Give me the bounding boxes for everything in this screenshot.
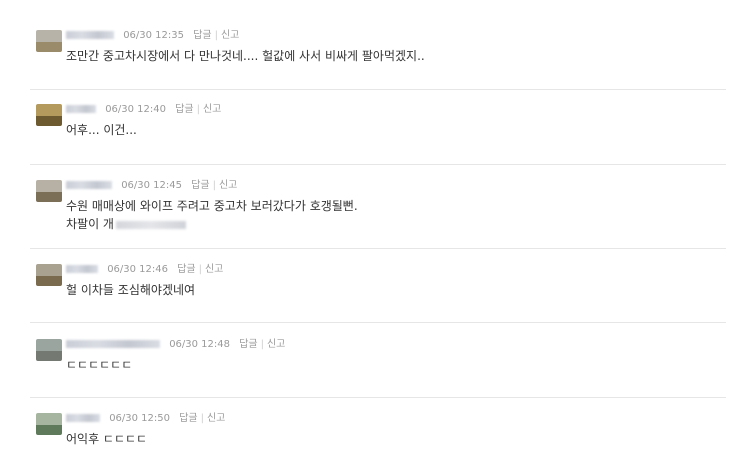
avatar[interactable] (36, 180, 62, 202)
comment-meta: 06/30 12:35 답글 | 신고 (66, 28, 239, 44)
divider-bar: | (214, 30, 218, 41)
comment-meta: 06/30 12:48 답글 | 신고 (66, 337, 285, 353)
comment-text-visible: 차팔이 개 (66, 217, 114, 231)
nickname-blurred[interactable] (66, 31, 114, 39)
divider (30, 397, 726, 398)
report-button[interactable]: 신고 (207, 413, 225, 424)
nickname-blurred[interactable] (66, 105, 96, 113)
comment-text: 조만간 중고차시장에서 다 만나것네.... 헐값에 사서 비싸게 팔아먹겠지.… (66, 49, 425, 63)
avatar[interactable] (36, 339, 62, 361)
avatar[interactable] (36, 413, 62, 435)
comment-timestamp: 06/30 12:35 (123, 30, 185, 41)
comment-timestamp: 06/30 12:48 (169, 339, 231, 350)
report-button[interactable]: 신고 (267, 339, 285, 350)
reply-button[interactable]: 답글 (179, 413, 197, 424)
comment-text: ㄷㄷㄷㄷㄷㄷ (66, 358, 133, 372)
comment-timestamp: 06/30 12:45 (121, 180, 183, 191)
nickname-blurred[interactable] (66, 414, 100, 422)
comment-text: 수원 매매상에 와이프 주려고 중고차 보러갔다가 호갱될뻔. (66, 199, 358, 213)
comment-meta: 06/30 12:46 답글 | 신고 (66, 262, 223, 278)
reply-button[interactable]: 답글 (191, 180, 209, 191)
report-button[interactable]: 신고 (219, 180, 237, 191)
divider (30, 164, 726, 165)
report-button[interactable]: 신고 (203, 104, 221, 115)
comment-timestamp: 06/30 12:40 (105, 104, 167, 115)
divider (30, 248, 726, 249)
blurred-text (115, 220, 186, 229)
avatar[interactable] (36, 30, 62, 52)
comment-meta: 06/30 12:45 답글 | 신고 (66, 178, 237, 194)
avatar[interactable] (36, 104, 62, 126)
reply-button[interactable]: 답글 (177, 264, 195, 275)
nickname-blurred[interactable] (66, 265, 98, 273)
divider-bar: | (196, 104, 200, 115)
divider (30, 89, 726, 90)
comment-meta: 06/30 12:40 답글 | 신고 (66, 102, 221, 118)
comment-text: 어후... 이건... (66, 123, 137, 137)
report-button[interactable]: 신고 (205, 264, 223, 275)
comment-text: 헐 이차들 조심해야겠네여 (66, 283, 196, 297)
divider-bar: | (198, 264, 202, 275)
comment-timestamp: 06/30 12:46 (107, 264, 169, 275)
reply-button[interactable]: 답글 (193, 30, 211, 41)
comment-meta: 06/30 12:50 답글 | 신고 (66, 411, 225, 427)
avatar[interactable] (36, 264, 62, 286)
reply-button[interactable]: 답글 (239, 339, 257, 350)
comment-text: 어익후 ㄷㄷㄷㄷ (66, 432, 148, 446)
divider-bar: | (260, 339, 264, 350)
divider (30, 322, 726, 323)
divider-bar: | (212, 180, 216, 191)
divider-bar: | (200, 413, 204, 424)
reply-button[interactable]: 답글 (175, 104, 193, 115)
nickname-blurred[interactable] (66, 340, 160, 348)
report-button[interactable]: 신고 (221, 30, 239, 41)
comment-text-line2: 차팔이 개 (66, 216, 186, 232)
nickname-blurred[interactable] (66, 181, 112, 189)
comment-timestamp: 06/30 12:50 (109, 413, 171, 424)
